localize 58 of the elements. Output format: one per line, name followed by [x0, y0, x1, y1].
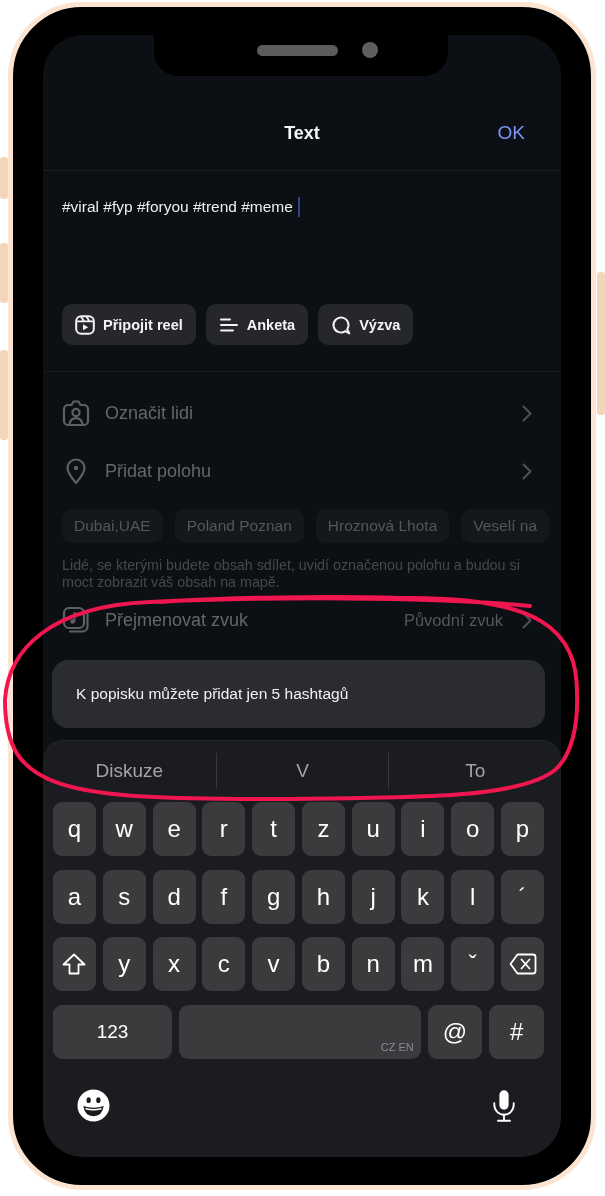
keyboard-key[interactable]: c: [202, 937, 246, 991]
person-badge-icon: [62, 399, 90, 427]
keyboard-key[interactable]: o: [451, 802, 495, 856]
keyboard-key[interactable]: k: [401, 869, 445, 924]
chevron-right-icon: [522, 462, 532, 480]
keyboard-key[interactable]: l: [451, 869, 495, 924]
keyboard-key[interactable]: r: [202, 802, 246, 856]
word-suggestion[interactable]: To: [388, 753, 561, 789]
camera-icon: [362, 42, 378, 58]
text-cursor: [297, 197, 300, 217]
caption-field[interactable]: #viral #fyp #foryou #trend #meme: [43, 171, 561, 289]
toast-message: K popisku můžete přidat jen 5 hashtagů: [52, 660, 545, 728]
shift-icon: [62, 953, 87, 975]
attachment-button[interactable]: Připojit reel: [62, 304, 196, 345]
keyboard-key[interactable]: v: [252, 937, 296, 991]
keyboard-key[interactable]: @: [427, 1004, 483, 1059]
attachment-button[interactable]: Anketa: [205, 304, 309, 345]
emoji-icon[interactable]: [77, 1089, 110, 1122]
video-play-icon: [75, 314, 95, 335]
keyboard-key[interactable]: i: [401, 802, 445, 856]
keyboard-key[interactable]: u: [351, 802, 395, 856]
keyboard-key[interactable]: a: [53, 869, 96, 924]
keyboard-key[interactable]: f: [202, 869, 246, 924]
attachment-button[interactable]: Výzva: [318, 304, 414, 345]
keyboard-key[interactable]: p: [501, 802, 544, 856]
keyboard-key[interactable]: ´: [501, 869, 544, 924]
speaker-grille-icon: [257, 45, 338, 56]
keyboard-key[interactable]: ˇ: [451, 937, 495, 991]
keyboard-key[interactable]: t: [252, 802, 296, 856]
keyboard-key[interactable]: m: [401, 937, 445, 991]
screen-title: Text: [284, 122, 320, 145]
keyboard-key[interactable]: d: [152, 869, 196, 924]
keyboard-key[interactable]: h: [301, 869, 345, 924]
keyboard-key[interactable]: q: [53, 802, 96, 856]
keyboard-key[interactable]: x: [152, 937, 196, 991]
keyboard-key[interactable]: n: [351, 937, 395, 991]
chevron-right-icon: [522, 404, 532, 422]
speech-bubble-icon: [331, 314, 352, 335]
keyboard-key[interactable]: z: [301, 802, 345, 856]
shift-key[interactable]: [53, 937, 96, 991]
microphone-icon[interactable]: [492, 1088, 516, 1123]
keyboard-key[interactable]: y: [102, 937, 146, 991]
keyboard-key[interactable]: e: [152, 802, 196, 856]
ok-button[interactable]: OK: [497, 119, 525, 147]
keyboard-key[interactable]: #: [489, 1004, 544, 1059]
location-note: Lidé, se kterými budete obsah sdílet, uvidí označenou polohu a budou si moct zobrazit váš obsah na mapě.: [62, 557, 521, 591]
keyboard-key[interactable]: w: [102, 802, 146, 856]
keyboard-key[interactable]: j: [351, 869, 395, 924]
music-note-icon: [62, 606, 90, 634]
keyboard-key[interactable]: g: [252, 869, 296, 924]
word-suggestion[interactable]: Diskuze: [43, 753, 216, 789]
backspace-key[interactable]: [501, 937, 544, 991]
row-value: Původní zvuk: [403, 610, 503, 630]
word-suggestion[interactable]: V: [215, 753, 389, 789]
keyboard-key[interactable]: s: [102, 869, 146, 924]
keyboard-key[interactable]: b: [301, 937, 345, 991]
backspace-icon: [508, 953, 537, 975]
numbers-key[interactable]: 123: [53, 1004, 172, 1059]
